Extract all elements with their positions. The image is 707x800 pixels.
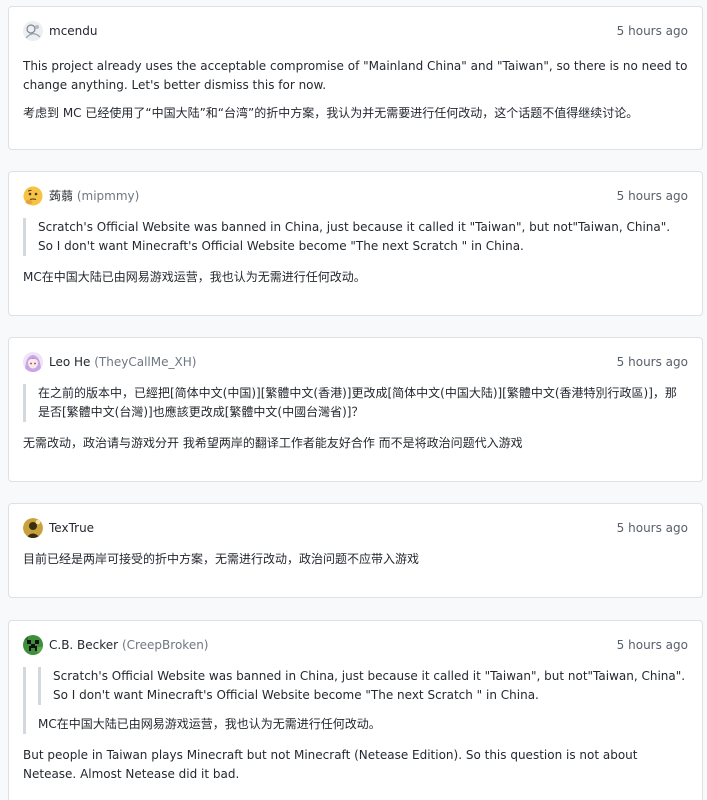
comment-text: 考虑到 MC 已经使用了“中国大陆”和“台湾”的折中方案，我认为并无需要进行任何… <box>23 106 639 120</box>
comment-header: Leo He (TheyCallMe_XH) 5 hours ago <box>23 352 688 372</box>
comment-card: TexTrue 5 hours ago 目前已经是两岸可接受的折中方案，无需进行… <box>8 503 703 598</box>
user-avatar[interactable] <box>23 352 43 372</box>
user-avatar[interactable] <box>23 21 43 41</box>
user-avatar[interactable] <box>23 186 43 206</box>
nested-quote: Scratch's Official Website was banned in… <box>38 667 688 705</box>
user-avatar[interactable] <box>23 518 43 538</box>
author-name[interactable]: mcendu <box>49 24 98 38</box>
comment-card: mcendu 5 hours ago This project already … <box>8 6 703 150</box>
comment-text: 目前已经是两岸可接受的折中方案，无需进行改动，政治问题不应带入游戏 <box>23 552 420 566</box>
anime-avatar-icon <box>23 352 43 372</box>
author-name[interactable]: TexTrue <box>49 521 94 535</box>
comment-text: 无需改动，政治请与游戏分开 我希望两岸的翻译工作者能友好合作 而不是将政治问题代… <box>23 436 523 450</box>
creeper-icon <box>23 635 43 655</box>
comment-author: mcendu <box>49 23 98 39</box>
quoted-block: Scratch's Official Website was banned in… <box>23 667 688 734</box>
comment-timestamp[interactable]: 5 hours ago <box>617 637 688 653</box>
author-name[interactable]: C.B. Becker <box>49 638 118 652</box>
comment-header: 蒟蒻 (mipmmy) 5 hours ago <box>23 186 688 206</box>
author-name[interactable]: 蒟蒻 <box>49 189 73 203</box>
comment-author: Leo He (TheyCallMe_XH) <box>49 354 196 370</box>
comment-card: C.B. Becker (CreepBroken) 5 hours ago Sc… <box>8 620 703 800</box>
comment-text: MC在中国大陆已由网易游戏运营，我也认为无需进行任何改动。 <box>23 270 366 284</box>
comment-timestamp[interactable]: 5 hours ago <box>617 23 688 39</box>
comment-card: 蒟蒻 (mipmmy) 5 hours ago Scratch's Offici… <box>8 171 703 316</box>
comment-text: But people in Taiwan plays Minecraft but… <box>23 748 638 781</box>
comment-timestamp[interactable]: 5 hours ago <box>617 520 688 536</box>
quoted-text: Scratch's Official Website was banned in… <box>23 218 688 256</box>
comment-feed: mcendu 5 hours ago This project already … <box>0 0 707 800</box>
comment-card: Leo He (TheyCallMe_XH) 5 hours ago 在之前的版… <box>8 337 703 482</box>
comment-timestamp[interactable]: 5 hours ago <box>617 354 688 370</box>
comment-author: C.B. Becker (CreepBroken) <box>49 637 209 653</box>
quoted-text: MC在中国大陆已由网易游戏运营，我也认为无需进行任何改动。 <box>38 717 381 731</box>
thinking-face-icon <box>23 186 43 206</box>
comment-header: mcendu 5 hours ago <box>23 21 688 41</box>
author-handle[interactable]: (mipmmy) <box>77 189 139 203</box>
quoted-text: 在之前的版本中，已經把[简体中文(中国)][繁體中文(香港)]更改成[简体中文(… <box>23 384 688 422</box>
avatar-icon <box>23 21 43 41</box>
quoted-text: Scratch's Official Website was banned in… <box>53 669 686 702</box>
author-handle[interactable]: (TheyCallMe_XH) <box>94 355 196 369</box>
user-avatar[interactable] <box>23 635 43 655</box>
author-name[interactable]: Leo He <box>49 355 90 369</box>
comment-header: C.B. Becker (CreepBroken) 5 hours ago <box>23 635 688 655</box>
avatar-icon <box>23 518 43 538</box>
comment-author: 蒟蒻 (mipmmy) <box>49 188 139 204</box>
author-handle[interactable]: (CreepBroken) <box>122 638 209 652</box>
comment-header: TexTrue 5 hours ago <box>23 518 688 538</box>
comment-text: This project already uses the acceptable… <box>23 59 688 92</box>
comment-author: TexTrue <box>49 520 94 536</box>
comment-timestamp[interactable]: 5 hours ago <box>617 188 688 204</box>
